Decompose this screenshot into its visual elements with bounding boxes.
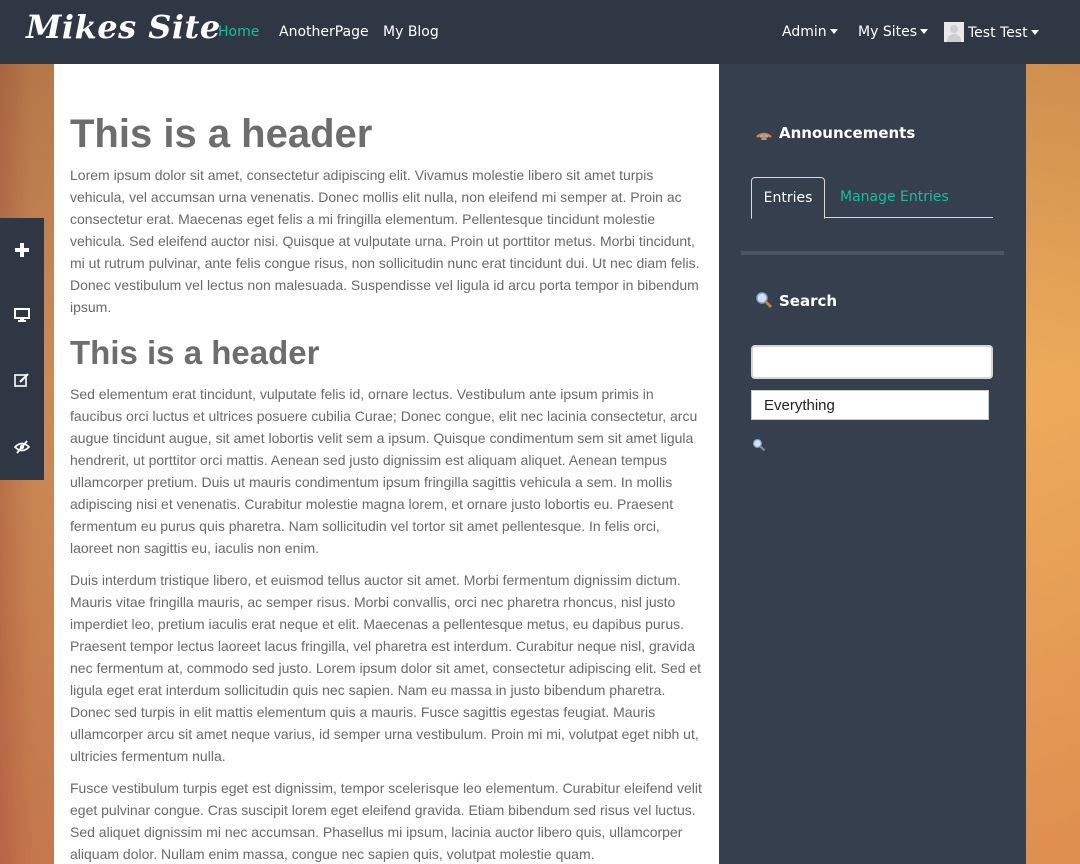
paragraph: Lorem ipsum dolor sit amet, consectetur … (70, 167, 700, 315)
paragraph: Fusce vestibulum turpis eget est digniss… (70, 780, 702, 862)
announcements-heading: Announcements (755, 123, 915, 142)
main-content: This is a header Lorem ipsum dolor sit a… (54, 64, 719, 864)
edit-icon (14, 373, 29, 387)
eye-slash-icon (14, 440, 30, 454)
paragraph: Sed elementum erat tincidunt, vulputate … (70, 386, 698, 556)
search-input[interactable] (751, 345, 993, 379)
top-navbar: Mikes Site Home AnotherPage My Blog Admi… (0, 0, 1080, 64)
announcements-title: Announcements (779, 124, 916, 142)
tab-entries[interactable]: Entries (751, 177, 825, 219)
add-button[interactable] (0, 230, 44, 270)
tab-manage-entries[interactable]: Manage Entries (840, 177, 949, 217)
monitor-icon (14, 308, 30, 322)
nav-my-blog[interactable]: My Blog (383, 24, 439, 40)
plus-icon (15, 243, 29, 257)
user-menu[interactable]: Test Test (944, 22, 1039, 42)
preview-button[interactable] (0, 295, 44, 335)
nav-home[interactable]: Home (218, 24, 259, 40)
search-scope-select[interactable]: Everything (751, 390, 989, 420)
edit-button[interactable] (0, 360, 44, 400)
chevron-down-icon (1030, 30, 1039, 35)
paragraph: Duis interdum tristique libero, et euism… (70, 572, 702, 764)
site-brand[interactable]: Mikes Site (26, 8, 221, 46)
announcements-icon (756, 132, 772, 140)
edit-toolbar (0, 218, 44, 480)
avatar (944, 22, 964, 42)
my-sites-menu[interactable]: My Sites (858, 24, 928, 40)
admin-label: Admin (782, 24, 827, 40)
widget-divider (741, 251, 1004, 255)
search-icon (756, 292, 773, 309)
page-header: This is a header (70, 112, 373, 156)
chevron-down-icon (920, 29, 928, 34)
right-sidebar: Announcements Entries Manage Entries Sea… (719, 64, 1026, 864)
user-name: Test Test (968, 25, 1028, 41)
announcement-tabs: Entries Manage Entries (751, 177, 993, 219)
my-sites-label: My Sites (858, 24, 917, 40)
nav-another-page[interactable]: AnotherPage (279, 24, 369, 40)
chevron-down-icon (829, 29, 838, 34)
search-heading: Search (755, 291, 837, 310)
search-title: Search (779, 292, 838, 310)
hide-button[interactable] (0, 427, 44, 467)
search-submit-icon[interactable] (752, 438, 766, 452)
section-header: This is a header (70, 334, 320, 371)
admin-menu[interactable]: Admin (782, 24, 838, 40)
